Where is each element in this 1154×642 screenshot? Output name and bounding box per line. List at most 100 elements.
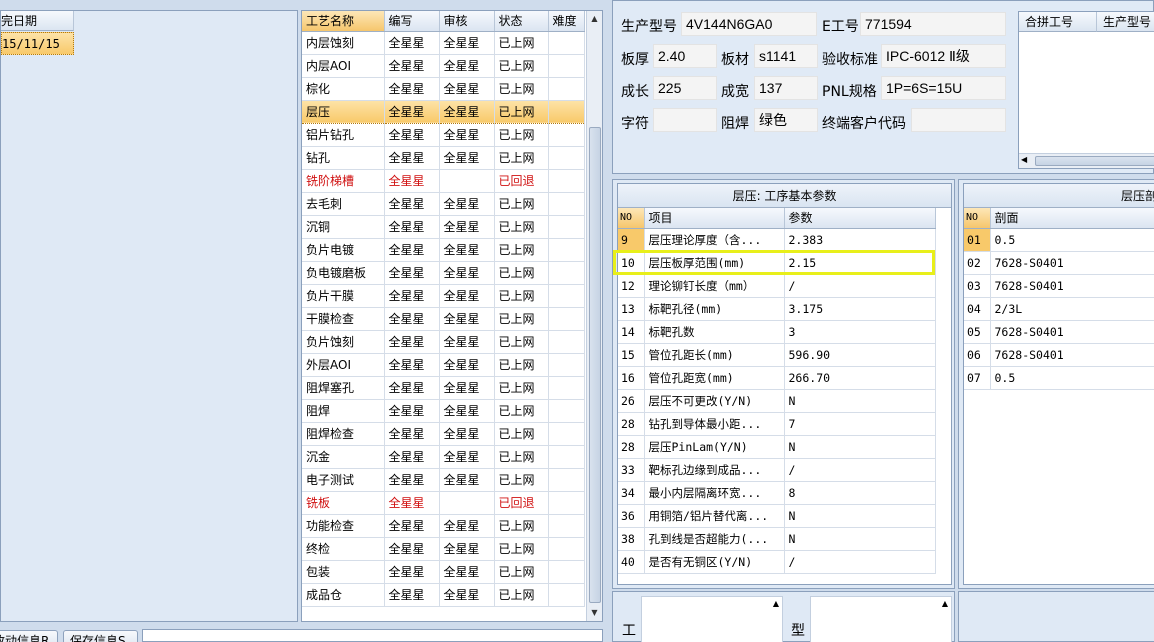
bottom-text-input[interactable] xyxy=(142,629,603,642)
scroll-up-icon[interactable]: ▲ xyxy=(587,11,602,27)
process-row[interactable]: 负片蚀刻 全星星 全星星 已上网 xyxy=(302,330,585,354)
model-field[interactable]: 4V144N6GA0 xyxy=(681,12,817,36)
process-row[interactable]: 外层AOI 全星星 全星星 已上网 xyxy=(302,353,585,377)
textarea-scroll-up-icon[interactable]: ▲ xyxy=(773,599,779,608)
textarea-scroll-up-icon[interactable]: ▲ xyxy=(942,599,948,608)
col-difficulty[interactable]: 难度 xyxy=(548,11,585,32)
bottom-textarea-left[interactable]: ▲ xyxy=(641,596,783,642)
scroll-left-icon[interactable]: ◀ xyxy=(1021,155,1027,164)
process-row[interactable]: 成品仓 全星星 全星星 已上网 xyxy=(302,583,585,607)
process-cell-status: 已上网 xyxy=(494,399,549,423)
save-info-button[interactable]: 保存信息S xyxy=(63,630,138,642)
params-row[interactable]: 14 标靶孔数 3 xyxy=(618,320,936,344)
process-cell-difficulty xyxy=(548,123,585,147)
merge-hscrollbar[interactable]: ◀ xyxy=(1019,153,1154,168)
col-status[interactable]: 状态 xyxy=(494,11,549,32)
process-row[interactable]: 功能检查 全星星 全星星 已上网 xyxy=(302,514,585,538)
char-field[interactable] xyxy=(653,108,717,132)
stack-col-section[interactable]: 剖面 xyxy=(990,208,1154,229)
params-col-item[interactable]: 项目 xyxy=(644,208,785,229)
process-row[interactable]: 铝片钻孔 全星星 全星星 已上网 xyxy=(302,123,585,147)
params-row[interactable]: 33 靶标孔边缘到成品... / xyxy=(618,458,936,482)
stack-row[interactable]: 03 7628-S0401 xyxy=(964,274,1154,298)
stack-row[interactable]: 07 0.5 xyxy=(964,366,1154,390)
process-row[interactable]: 铣阶梯槽 全星星 已回退 xyxy=(302,169,585,193)
process-cell-status: 已上网 xyxy=(494,583,549,607)
process-row[interactable]: 钻孔 全星星 全星星 已上网 xyxy=(302,146,585,170)
pnl-field[interactable]: 1P=6S=15U xyxy=(881,76,1006,100)
params-cell-no: 38 xyxy=(618,527,645,551)
params-row[interactable]: 9 层压理论厚度（含... 2.383 xyxy=(618,228,936,252)
process-scrollbar[interactable]: ▲ ▼ xyxy=(586,11,602,621)
date-list-header[interactable]: 完日期 xyxy=(1,11,74,31)
process-row[interactable]: 沉金 全星星 全星星 已上网 xyxy=(302,445,585,469)
material-field[interactable]: s1141 xyxy=(754,44,818,68)
process-row[interactable]: 内层AOI 全星星 全星星 已上网 xyxy=(302,54,585,78)
params-row[interactable]: 12 理论铆钉长度（mm） / xyxy=(618,274,936,298)
process-row[interactable]: 阻焊塞孔 全星星 全星星 已上网 xyxy=(302,376,585,400)
process-row[interactable]: 内层蚀刻 全星星 全星星 已上网 xyxy=(302,31,585,55)
hscroll-thumb[interactable] xyxy=(1035,156,1154,166)
process-row[interactable]: 去毛刺 全星星 全星星 已上网 xyxy=(302,192,585,216)
solder-field[interactable]: 绿色 xyxy=(754,108,818,132)
length-field[interactable]: 225 xyxy=(653,76,717,100)
stack-col-no[interactable]: NO xyxy=(964,208,991,229)
customer-field[interactable] xyxy=(911,108,1006,132)
process-cell-difficulty xyxy=(548,376,585,400)
params-row[interactable]: 28 钻孔到导体最小距... 7 xyxy=(618,412,936,436)
merge-col-model[interactable]: 生产型号 xyxy=(1097,12,1154,32)
process-row[interactable]: 负片电镀 全星星 全星星 已上网 xyxy=(302,238,585,262)
process-row[interactable]: 沉铜 全星星 全星星 已上网 xyxy=(302,215,585,239)
merge-table: 合拼工号 生产型号 ◀ xyxy=(1018,11,1154,169)
process-row[interactable]: 电子测试 全星星 全星星 已上网 xyxy=(302,468,585,492)
process-row[interactable]: 层压 全星星 全星星 已上网 xyxy=(302,99,585,124)
process-row[interactable]: 包装 全星星 全星星 已上网 xyxy=(302,560,585,584)
stack-cell-section: 7628-S0401 xyxy=(990,251,1154,275)
process-cell-reviewer: 全星星 xyxy=(439,376,495,400)
process-cell-writer: 全星星 xyxy=(384,583,440,607)
params-row[interactable]: 26 层压不可更改(Y/N) N xyxy=(618,389,936,413)
process-cell-difficulty xyxy=(548,146,585,170)
scroll-down-icon[interactable]: ▼ xyxy=(587,605,602,621)
scroll-thumb[interactable] xyxy=(589,127,601,603)
process-cell-writer: 全星星 xyxy=(384,445,440,469)
stack-row[interactable]: 02 7628-S0401 xyxy=(964,251,1154,275)
process-row[interactable]: 负片干膜 全星星 全星星 已上网 xyxy=(302,284,585,308)
params-row[interactable]: 34 最小内层隔离环宽... 8 xyxy=(618,481,936,505)
process-row[interactable]: 阻焊 全星星 全星星 已上网 xyxy=(302,399,585,423)
process-row[interactable]: 阻焊检查 全星星 全星星 已上网 xyxy=(302,422,585,446)
stack-row[interactable]: 05 7628-S0401 xyxy=(964,320,1154,344)
params-row[interactable]: 36 用铜箔/铝片替代离... N xyxy=(618,504,936,528)
process-row[interactable]: 终检 全星星 全星星 已上网 xyxy=(302,537,585,561)
col-writer[interactable]: 编写 xyxy=(384,11,440,32)
params-row[interactable]: 28 层压PinLam(Y/N) N xyxy=(618,435,936,459)
params-row[interactable]: 16 管位孔距宽(mm) 266.70 xyxy=(618,366,936,390)
params-row[interactable]: 15 管位孔距长(mm) 596.90 xyxy=(618,343,936,367)
params-row[interactable]: 38 孔到线是否超能力(... N xyxy=(618,527,936,551)
params-cell-item: 最小内层隔离环宽... xyxy=(644,481,785,505)
process-row[interactable]: 铣板 全星星 已回退 xyxy=(302,491,585,515)
process-cell-writer: 全星星 xyxy=(384,261,440,285)
stack-row[interactable]: 06 7628-S0401 xyxy=(964,343,1154,367)
bottom-textarea-right[interactable]: ▲ xyxy=(810,596,952,642)
stack-row[interactable]: 01 0.5 xyxy=(964,228,1154,252)
params-col-value[interactable]: 参数 xyxy=(784,208,936,229)
stack-cell-section: 7628-S0401 xyxy=(990,320,1154,344)
col-reviewer[interactable]: 审核 xyxy=(439,11,495,32)
stack-row[interactable]: 04 2/3L xyxy=(964,297,1154,321)
date-list-row[interactable]: 15/11/15 xyxy=(1,32,74,55)
merge-col-eno[interactable]: 合拼工号 xyxy=(1019,12,1097,32)
params-row[interactable]: 13 标靶孔径(mm) 3.175 xyxy=(618,297,936,321)
process-row[interactable]: 棕化 全星星 全星星 已上网 xyxy=(302,77,585,101)
col-process-name[interactable]: 工艺名称 xyxy=(302,11,385,32)
width-field[interactable]: 137 xyxy=(754,76,818,100)
thickness-field[interactable]: 2.40 xyxy=(653,44,717,68)
process-row[interactable]: 干膜检查 全星星 全星星 已上网 xyxy=(302,307,585,331)
params-row[interactable]: 40 是否有无铜区(Y/N) / xyxy=(618,550,936,574)
params-col-no[interactable]: NO xyxy=(618,208,645,229)
process-cell-name: 外层AOI xyxy=(302,353,385,377)
edit-info-button[interactable]: 改动信息R xyxy=(0,630,58,642)
process-row[interactable]: 负电镀磨板 全星星 全星星 已上网 xyxy=(302,261,585,285)
eno-field[interactable]: 771594 xyxy=(860,12,1006,36)
standard-field[interactable]: IPC-6012 Ⅱ级 xyxy=(881,44,1006,68)
